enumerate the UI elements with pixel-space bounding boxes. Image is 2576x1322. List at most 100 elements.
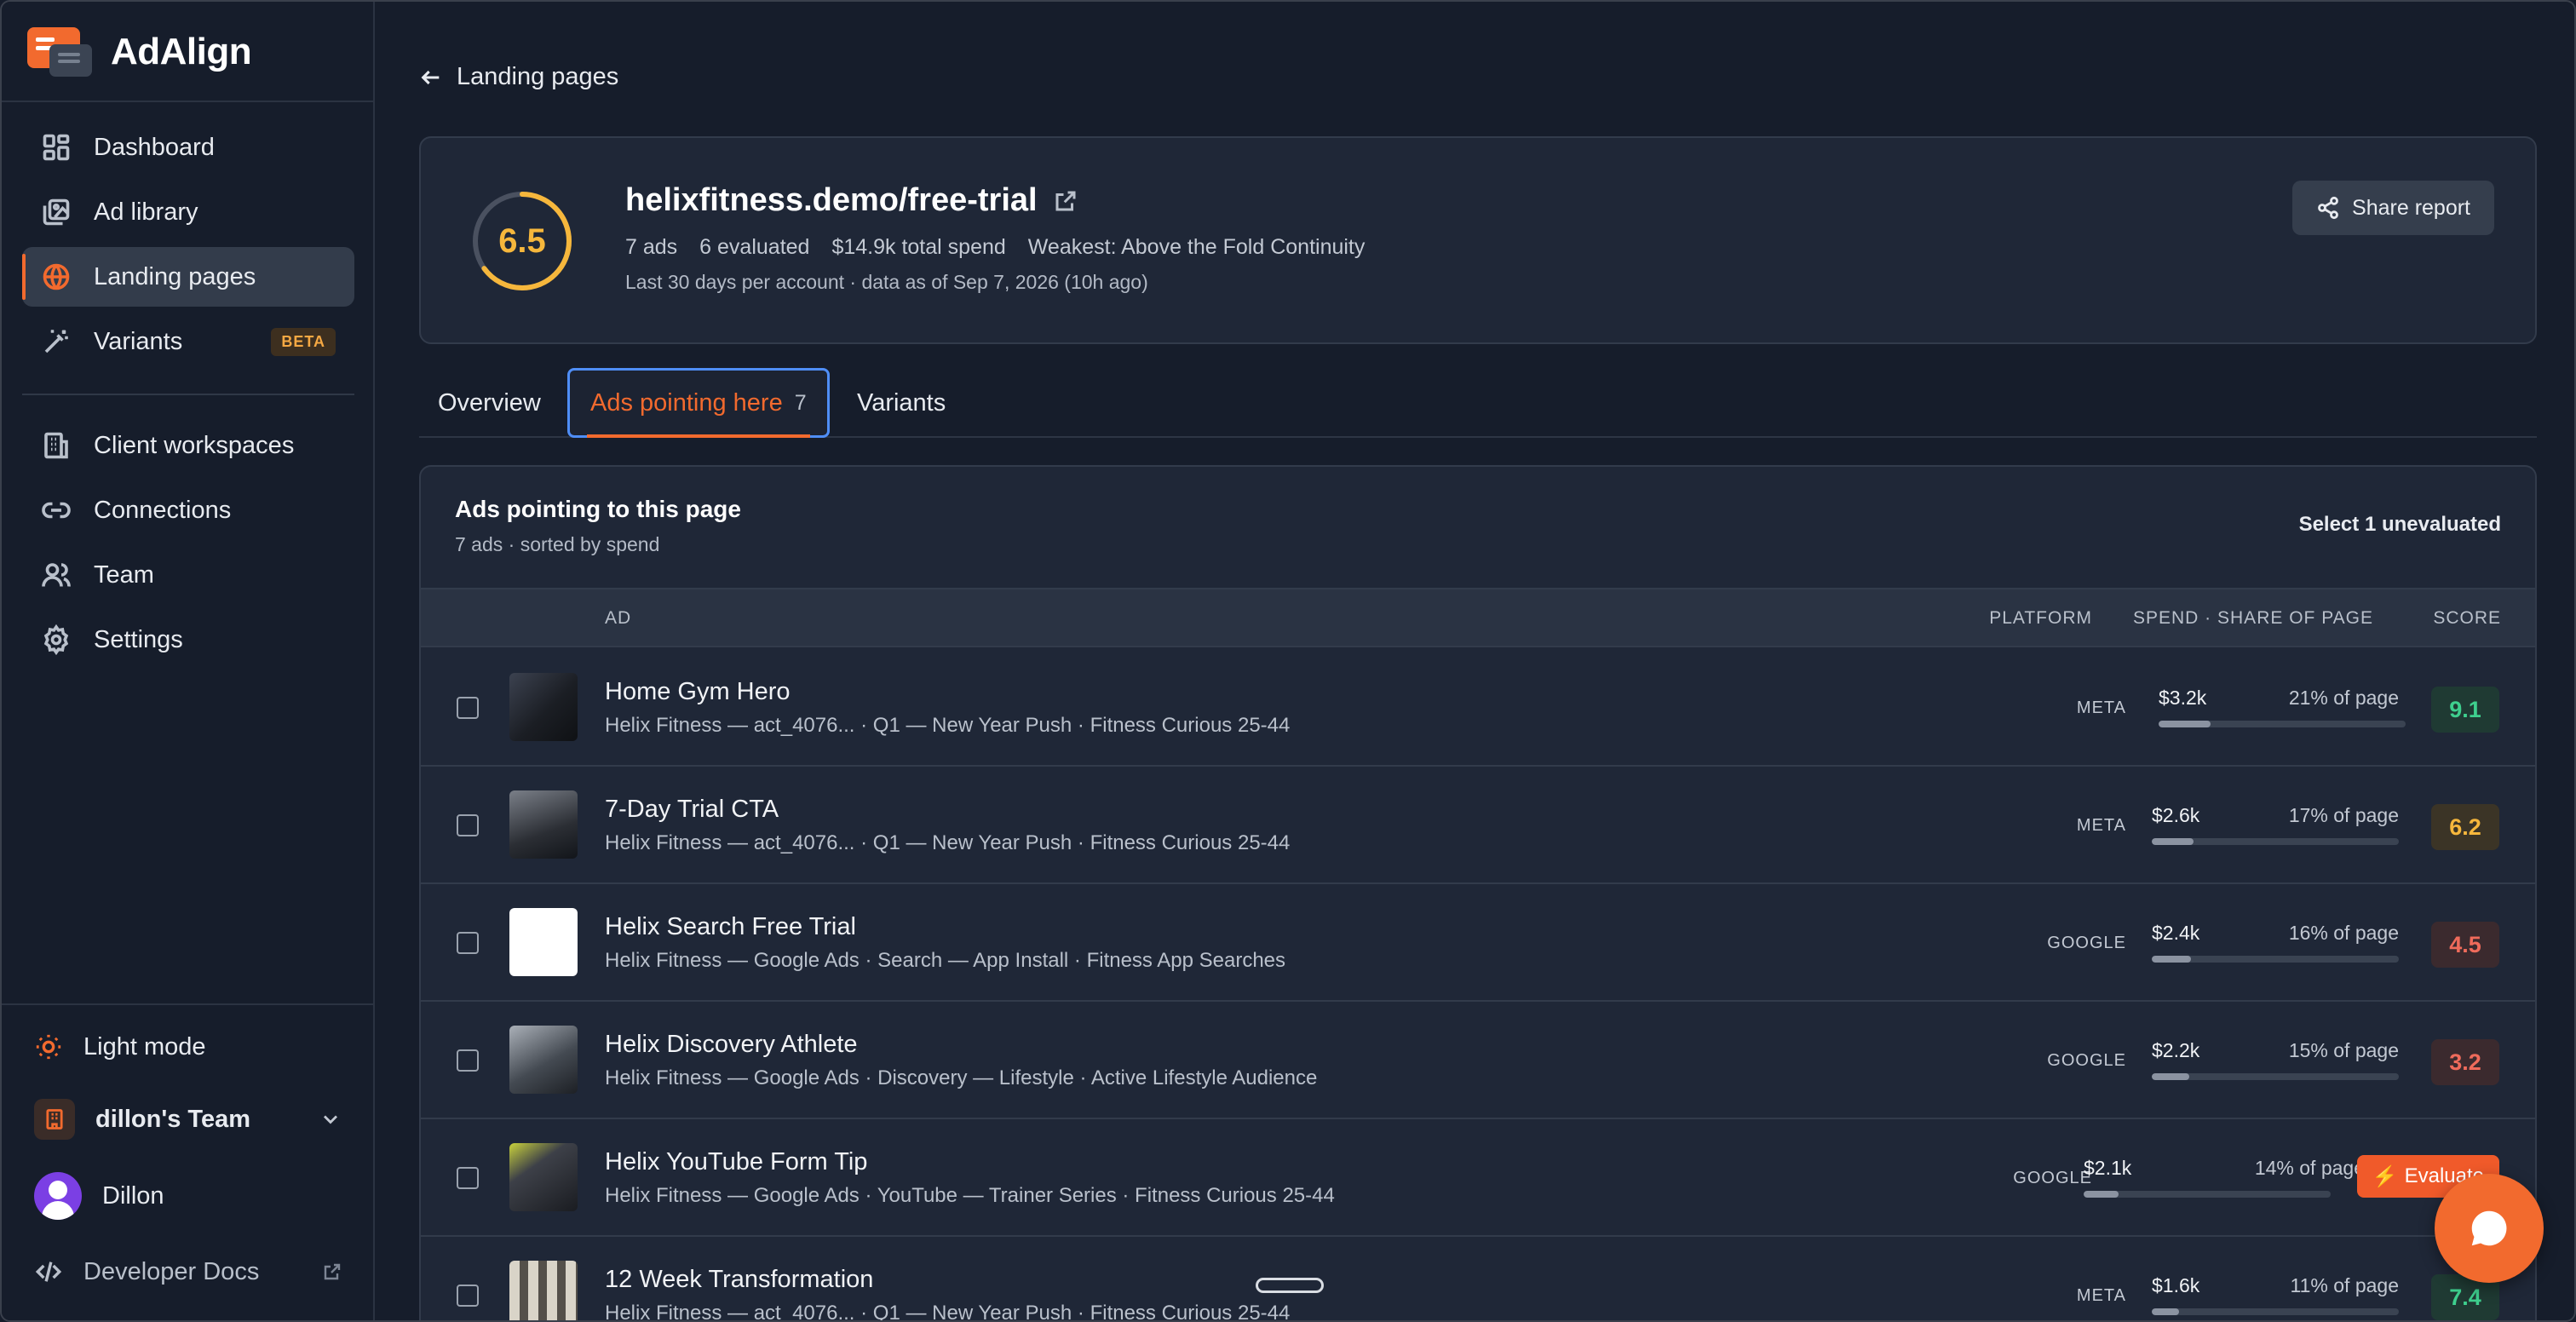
ad-name[interactable]: Home Gym Hero [605,678,791,706]
chat-button[interactable] [2435,1174,2544,1283]
column-header-ad: AD [605,608,632,628]
spend-share-bar [2152,956,2399,963]
spend-value: $2.1k [2084,1157,2132,1179]
section-subtitle: 7 ads · sorted by spend [455,533,660,555]
tab-variants[interactable]: Variants [857,368,946,438]
ad-thumbnail[interactable] [509,1143,578,1211]
team-switcher[interactable]: dillon's Team [34,1099,342,1140]
ad-name[interactable]: Helix Search Free Trial [605,913,856,941]
spend-value: $2.4k [2152,922,2200,944]
page-stats: 7 ads 6 evaluated $14.9k total spend Wea… [625,235,1365,260]
sidebar-item-label: Team [94,560,154,589]
developer-docs-label: Developer Docs [83,1257,260,1285]
overall-score: 6.5 [498,221,546,260]
section-title: Ads pointing to this page [455,496,741,522]
landing-page-header: 6.5 helixfitness.demo/free-trial 7 ads 6… [419,136,2537,344]
sidebar-item-ad-library[interactable]: Ad library [22,182,354,242]
image-stack-icon [43,198,70,226]
sidebar-item-team[interactable]: Team [22,545,354,605]
spend-share-bar [2152,1073,2399,1080]
sidebar-item-dashboard[interactable]: Dashboard [22,118,354,177]
ad-details: Helix Fitness — Google Ads · Search — Ap… [605,949,1286,972]
sidebar-item-variants[interactable]: Variants BETA [22,312,354,371]
tab-overview[interactable]: Overview [438,368,541,438]
sidebar-item-connections[interactable]: Connections [22,480,354,540]
ad-thumbnail[interactable] [509,1261,578,1320]
ad-details: Helix Fitness — Google Ads · Discovery —… [605,1066,1318,1089]
table-row[interactable]: Helix Search Free Trial Helix Fitness — … [421,884,2535,1002]
main-content: Landing pages 6.5 helixfitness.demo/free… [377,2,2574,1320]
app-window: AdAlign Dashboard Ad library Landing pag… [0,0,2576,1322]
sidebar-item-label: Connections [94,496,232,524]
sun-icon [36,1034,61,1060]
sidebar-item-label: Variants [94,327,183,355]
developer-docs-link[interactable]: Developer Docs [34,1257,342,1286]
ad-name[interactable]: Helix YouTube Form Tip [605,1148,867,1176]
sidebar-item-client-workspaces[interactable]: Client workspaces [22,416,354,475]
user-name: Dillon [102,1181,164,1210]
sidebar-item-label: Ad library [94,198,198,226]
row-checkbox[interactable] [457,1167,479,1189]
avatar [34,1172,82,1220]
column-header-platform: PLATFORM [1989,608,2092,628]
sidebar-item-settings[interactable]: Settings [22,610,354,670]
ad-name[interactable]: 12 Week Transformation [605,1266,873,1294]
table-row[interactable]: Helix Discovery Athlete Helix Fitness — … [421,1002,2535,1119]
external-link-icon[interactable] [1053,188,1078,214]
spend-share-fill [2159,721,2211,727]
ad-name[interactable]: 7-Day Trial CTA [605,796,779,824]
tab-label: Ads pointing here [590,388,783,417]
ad-thumbnail[interactable] [509,790,578,859]
table-row[interactable]: Home Gym Hero Helix Fitness — act_4076..… [421,649,2535,767]
table-header: AD PLATFORM SPEND · SHARE OF PAGE SCORE [421,588,2535,647]
spend-share-bar [2084,1191,2331,1198]
share-report-button[interactable]: Share report [2292,181,2494,235]
column-header-spend: SPEND · SHARE OF PAGE [2133,608,2373,628]
ad-thumbnail[interactable] [509,1026,578,1094]
user-menu[interactable]: Dillon [34,1172,164,1220]
spend-share-fill [2152,1308,2179,1315]
building-icon [44,432,68,459]
grid-icon [43,134,70,161]
ad-details: Helix Fitness — act_4076... · Q1 — New Y… [605,831,1291,854]
table-row[interactable]: 12 Week Transformation Helix Fitness — a… [421,1237,2535,1320]
light-mode-toggle[interactable]: Light mode [34,1032,206,1061]
chat-bubble-icon [2471,1210,2507,1246]
nav-divider [22,394,354,395]
sidebar-item-label: Dashboard [94,133,215,161]
sidebar-item-label: Landing pages [94,262,256,290]
primary-nav: Dashboard Ad library Landing pages Varia… [22,118,354,376]
sidebar-item-landing-pages[interactable]: Landing pages [22,247,354,307]
app-logo[interactable]: AdAlign [27,27,252,77]
platform-label: GOOGLE [2047,934,2126,952]
table-row[interactable]: 7-Day Trial CTA Helix Fitness — act_4076… [421,767,2535,884]
share-icon [2318,196,2338,220]
ad-thumbnail[interactable] [509,908,578,976]
data-freshness: Last 30 days per account · data as of Se… [625,271,1148,293]
sidebar-footer [2,1003,375,1005]
score-badge: 4.5 [2431,922,2499,968]
secondary-nav: Client workspaces Connections Team Setti… [22,416,354,675]
ad-details: Helix Fitness — act_4076... · Q1 — New Y… [605,714,1291,737]
row-checkbox[interactable] [457,697,479,719]
select-unevaluated-button[interactable]: Select 1 unevaluated [2299,513,2501,537]
weakest-dimension: Weakest: Above the Fold Continuity [1027,235,1366,259]
arrow-left-icon [421,70,440,84]
ad-name[interactable]: Helix Discovery Athlete [605,1031,858,1059]
code-icon [35,1262,62,1282]
ad-thumbnail[interactable] [509,673,578,741]
row-checkbox[interactable] [457,1049,479,1072]
landing-page-url: helixfitness.demo/free-trial [625,182,1038,218]
tab-ads-pointing-here[interactable]: Ads pointing here 7 [567,368,830,438]
platform-label: META [2076,1286,2126,1305]
score-badge: 3.2 [2431,1039,2499,1085]
back-to-landing-pages[interactable]: Landing pages [419,63,618,91]
spend-value: $2.6k [2152,804,2200,826]
spend-share-bar [2152,1308,2399,1315]
row-checkbox[interactable] [457,932,479,954]
row-checkbox[interactable] [457,1285,479,1307]
scroll-indicator[interactable] [1256,1278,1324,1293]
row-checkbox[interactable] [457,814,479,836]
share-of-page: 21% of page [2288,687,2399,709]
table-row[interactable]: Helix YouTube Form Tip Helix Fitness — G… [421,1119,2535,1237]
